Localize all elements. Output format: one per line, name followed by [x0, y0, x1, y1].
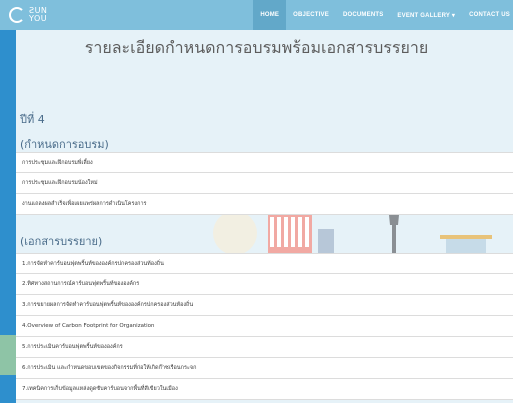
- document-item[interactable]: 5.การประเมินคาร์บอนฟุตพริ้นท์ขององค์กร: [16, 337, 513, 358]
- document-item[interactable]: 3.การขยายผลการจัดทำคาร์บอนฟุตพริ้นท์ของอ…: [16, 295, 513, 316]
- nav-item-objective[interactable]: OBJECTIVE: [286, 0, 336, 30]
- brand-logo[interactable]: ƧUN YOU: [0, 0, 47, 30]
- document-item[interactable]: 4.Overview of Carbon Footprint for Organ…: [16, 316, 513, 337]
- page-title: รายละเอียดกำหนดการอบรมพร้อมเอกสารบรรยาย: [84, 38, 429, 57]
- schedule-item[interactable]: การประชุมและฝึกอบรมน้องใหม่: [16, 173, 513, 194]
- year-label: ปีที่ 4: [20, 113, 45, 126]
- schedule-heading: (กำหนดการอบรม): [20, 138, 109, 151]
- documents-list: 1.การจัดทำคาร์บอนฟุตพริ้นท์ขององค์กรปกคร…: [16, 253, 513, 400]
- brand-text: ƧUN YOU: [29, 7, 47, 23]
- schedule-item[interactable]: การประชุมและฝึกอบรมพี่เลี้ยง: [16, 152, 513, 173]
- brand-line-2: YOU: [29, 14, 48, 23]
- document-item[interactable]: 6.การประเมิน และกำหนดขอบเขตของกิจกรรมที่…: [16, 358, 513, 379]
- document-item[interactable]: 7.เทคนิคการเก็บข้อมูลแหล่งดูดซับคาร์บอนจ…: [16, 379, 513, 400]
- nav-item-contact-us[interactable]: CONTACT US: [462, 0, 513, 30]
- top-navbar: ƧUN YOU HOME OBJECTIVE DOCUMENTS EVENT G…: [0, 0, 513, 30]
- left-edge-notch: [0, 335, 16, 375]
- schedule-list: การประชุมและฝึกอบรมพี่เลี้ยง การประชุมแล…: [16, 152, 513, 215]
- document-item[interactable]: 1.การจัดทำคาร์บอนฟุตพริ้นท์ขององค์กรปกคร…: [16, 253, 513, 274]
- logo-icon: [9, 7, 25, 23]
- nav-item-documents[interactable]: DOCUMENTS: [336, 0, 390, 30]
- nav-item-home[interactable]: HOME: [253, 0, 287, 30]
- nav-menu: HOME OBJECTIVE DOCUMENTS EVENT GALLERY ▾…: [253, 0, 513, 30]
- document-item[interactable]: 2.ทิศทางสถานการณ์คาร์บอนฟุตพริ้นท์ขององค…: [16, 274, 513, 295]
- documents-heading: (เอกสารบรรยาย): [20, 235, 103, 248]
- left-edge-accent: [0, 30, 16, 403]
- nav-item-event-gallery[interactable]: EVENT GALLERY ▾: [390, 0, 462, 30]
- schedule-item[interactable]: งานแถลงผลสำเร็จเพื่อเผยแพร่ผลการดำเนินโค…: [16, 194, 513, 215]
